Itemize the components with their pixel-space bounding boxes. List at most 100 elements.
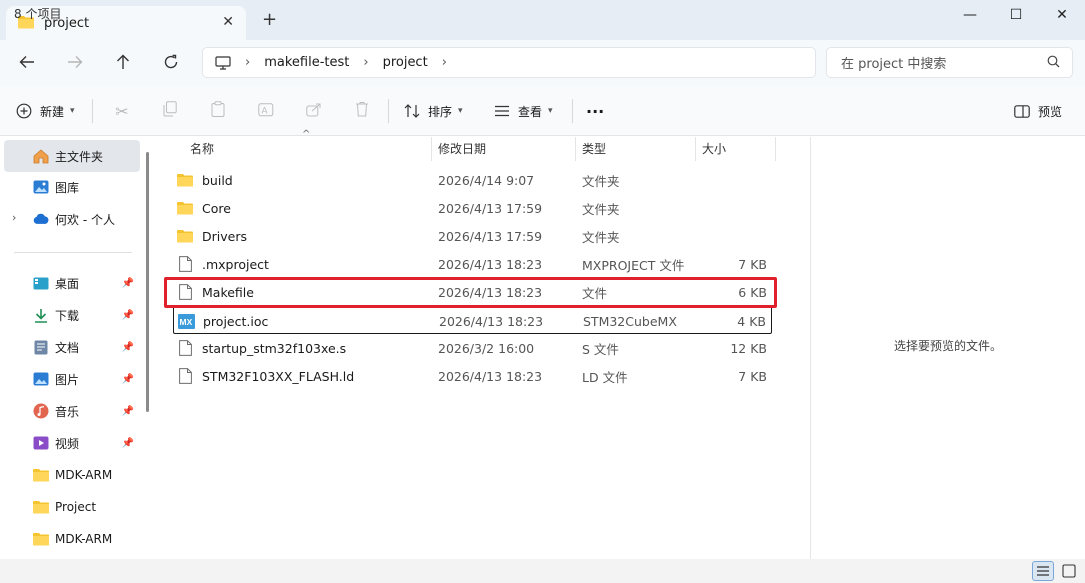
sidebar-item-home[interactable]: 主文件夹 — [4, 140, 140, 172]
pin-icon[interactable]: 📌 — [122, 310, 134, 321]
chevron-right-icon[interactable]: › — [442, 55, 447, 70]
sidebar-item-music[interactable]: 音乐 📌 — [0, 395, 138, 427]
column-header-date[interactable]: 修改日期 — [438, 137, 486, 159]
sidebar-item-project[interactable]: Project — [0, 491, 138, 523]
file-name: STM32F103XX_FLASH.ld — [202, 368, 355, 384]
pictures-icon — [33, 371, 49, 387]
file-type: STM32CubeMX — [583, 313, 677, 329]
chevron-down-icon: ▾ — [70, 106, 75, 116]
sidebar-item-desktop[interactable]: 桌面 📌 — [0, 267, 138, 299]
pin-icon[interactable]: 📌 — [122, 438, 134, 449]
copy-button[interactable] — [154, 86, 186, 136]
chevron-right-icon: › — [245, 55, 251, 70]
column-header-size[interactable]: 大小 — [702, 137, 726, 159]
breadcrumb-makefile-test[interactable]: makefile-test — [264, 55, 349, 70]
view-button[interactable]: 查看 ▾ — [494, 86, 553, 136]
breadcrumb-project[interactable]: project — [383, 55, 428, 70]
list-view-icon — [494, 105, 510, 117]
refresh-button[interactable] — [155, 46, 187, 78]
file-date: 2026/4/13 18:23 — [438, 368, 543, 384]
folder-icon — [33, 467, 49, 483]
sidebar-item-label: MDK-ARM — [55, 532, 113, 546]
file-name: build — [202, 172, 233, 188]
column-header-name[interactable]: 名称 — [190, 137, 214, 159]
file-row-flash-ld[interactable]: STM32F103XX_FLASH.ld 2026/4/13 18:23 LD … — [172, 362, 775, 390]
sidebar-item-label: 视频 — [55, 436, 80, 451]
file-row-drivers[interactable]: Drivers 2026/4/13 17:59 文件夹 — [172, 222, 775, 250]
arrow-right-icon — [68, 56, 83, 68]
scissors-icon: ✂ — [115, 101, 129, 121]
file-row-project-ioc[interactable]: MX project.ioc 2026/4/13 18:23 STM32CubeM… — [173, 306, 772, 334]
new-label: 新建 — [40, 104, 65, 119]
sidebar-item-videos[interactable]: 视频 📌 — [0, 427, 138, 459]
column-divider[interactable] — [575, 137, 576, 161]
rename-button[interactable]: A — [250, 86, 282, 136]
sidebar-item-mdk-arm[interactable]: MDK-ARM — [0, 459, 138, 491]
sidebar-item-pictures[interactable]: 图片 📌 — [0, 363, 138, 395]
address-bar[interactable]: › makefile-test › project › — [202, 47, 816, 78]
minimize-button[interactable]: — — [947, 0, 993, 30]
music-icon — [33, 403, 49, 419]
svg-text:MX: MX — [179, 317, 192, 327]
delete-button[interactable] — [346, 86, 378, 136]
file-size: 7 KB — [738, 368, 767, 384]
folder-icon — [33, 531, 49, 547]
sidebar-item-gallery[interactable]: 图库 — [0, 171, 138, 203]
file-type: MXPROJECT 文件 — [582, 257, 685, 273]
cut-button[interactable]: ✂ — [106, 86, 138, 136]
file-row-build[interactable]: build 2026/4/14 9:07 文件夹 — [172, 166, 775, 194]
tiles-view-button[interactable] — [1058, 561, 1080, 581]
folder-icon — [176, 173, 194, 187]
file-name: Drivers — [202, 228, 247, 244]
sidebar-item-onedrive[interactable]: › 何欢 - 个人 — [0, 203, 138, 235]
chevron-right-icon[interactable]: › — [12, 211, 16, 224]
column-divider[interactable] — [775, 137, 776, 161]
file-row-core[interactable]: Core 2026/4/13 17:59 文件夹 — [172, 194, 775, 222]
back-button[interactable] — [11, 46, 43, 78]
svg-text:A: A — [262, 105, 268, 115]
pin-icon[interactable]: 📌 — [122, 342, 134, 353]
sidebar-item-downloads[interactable]: 下载 📌 — [0, 299, 138, 331]
close-tab-icon[interactable]: ✕ — [222, 14, 234, 30]
sidebar-scrollbar[interactable] — [146, 152, 149, 412]
sort-ascending-icon: ^ — [302, 129, 311, 140]
file-type: 文件夹 — [582, 229, 620, 245]
trash-icon — [346, 101, 378, 121]
copy-icon — [154, 101, 186, 121]
file-row-startup[interactable]: startup_stm32f103xe.s 2026/3/2 16:00 S 文… — [172, 334, 775, 362]
paste-button[interactable] — [202, 86, 234, 136]
file-name: .mxproject — [202, 256, 269, 272]
refresh-icon — [164, 54, 178, 69]
clipboard-icon — [202, 101, 234, 121]
pin-icon[interactable]: 📌 — [122, 278, 134, 289]
column-divider[interactable] — [695, 137, 696, 161]
details-view-button[interactable] — [1032, 561, 1054, 581]
new-tab-button[interactable]: + — [262, 9, 277, 30]
arrow-left-icon — [19, 56, 34, 68]
sidebar-item-documents[interactable]: 文档 📌 — [0, 331, 138, 363]
file-row-mxproject[interactable]: .mxproject 2026/4/13 18:23 MXPROJECT 文件 … — [172, 250, 775, 278]
forward-button[interactable] — [59, 46, 91, 78]
sidebar-item-mdk-arm-2[interactable]: MDK-ARM — [0, 523, 138, 555]
column-header-type[interactable]: 类型 — [582, 137, 606, 159]
plus-circle-icon — [16, 103, 32, 119]
column-divider[interactable] — [431, 137, 432, 161]
new-button[interactable]: 新建 ▾ — [16, 86, 75, 136]
file-date: 2026/3/2 16:00 — [438, 340, 535, 356]
preview-pane-button[interactable]: 预览 — [1014, 86, 1062, 136]
close-window-button[interactable]: ✕ — [1039, 0, 1085, 30]
maximize-button[interactable]: ☐ — [993, 0, 1039, 30]
pin-icon[interactable]: 📌 — [122, 374, 134, 385]
sort-button[interactable]: 排序 ▾ — [404, 86, 463, 136]
share-icon — [298, 102, 330, 121]
desktop-icon — [33, 275, 49, 291]
pin-icon[interactable]: 📌 — [122, 406, 134, 417]
up-button[interactable] — [107, 46, 139, 78]
preview-label: 预览 — [1038, 104, 1063, 119]
status-bar — [0, 559, 1085, 583]
search-input[interactable]: 在 project 中搜索 — [826, 47, 1073, 78]
chevron-down-icon: ▾ — [458, 106, 463, 116]
cloud-icon — [33, 211, 49, 227]
toolbar-divider — [572, 99, 573, 123]
more-options-button[interactable]: ··· — [586, 86, 604, 136]
